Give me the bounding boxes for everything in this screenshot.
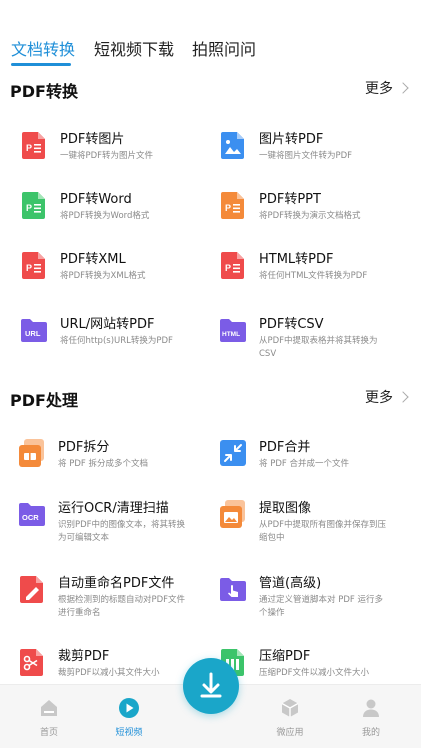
tool-pdf-to-xml[interactable]: P PDF转XML 将PDF转换为XML格式	[20, 248, 220, 302]
tool-title: URL/网站转PDF	[60, 317, 155, 332]
tool-pdf-merge[interactable]: PDF合并 将 PDF 合并成一个文件	[219, 436, 419, 490]
csv-folder-icon: HTML	[220, 319, 246, 342]
tool-title: HTML转PDF	[259, 252, 334, 267]
tool-title: PDF转PPT	[259, 192, 321, 207]
rename-folder-icon	[20, 576, 43, 603]
pdf-file-icon: P	[22, 132, 45, 159]
tool-auto-rename[interactable]: 自动重命名PDF文件 根据检测到的标题自动对PDF文件进行重命名	[18, 572, 218, 626]
more-link-pdf-convert[interactable]: 更多	[365, 78, 409, 98]
tool-desc: 将PDF转换为XML格式	[60, 271, 146, 281]
tool-title: PDF拆分	[58, 440, 110, 455]
image-file-icon	[221, 132, 244, 159]
extract-image-icon	[220, 500, 245, 528]
tool-title: 自动重命名PDF文件	[58, 576, 175, 591]
tool-desc: 通过定义管道脚本对 PDF 运行多个操作	[259, 595, 383, 618]
word-file-icon: P	[22, 192, 45, 219]
xml-file-icon: P	[22, 252, 45, 279]
tool-desc: 根据检测到的标题自动对PDF文件进行重命名	[58, 595, 186, 618]
tool-pdf-to-ppt[interactable]: P PDF转PPT 将PDF转换为演示文档格式	[219, 188, 419, 242]
tool-pdf-to-word[interactable]: P PDF转Word 将PDF转换为Word格式	[20, 188, 220, 242]
svg-text:P: P	[26, 203, 32, 213]
tool-run-ocr[interactable]: OCR 运行OCR/清理扫描 识别PDF中的图像文本，将其转换为可编辑文本	[18, 497, 218, 551]
nav-label: 微应用	[276, 728, 304, 738]
play-icon	[119, 698, 139, 718]
svg-text:OCR: OCR	[22, 513, 39, 522]
tool-title: PDF转Word	[60, 192, 132, 207]
download-icon	[200, 672, 222, 698]
section-title-pdf-convert: PDF转换	[10, 82, 78, 101]
tool-desc: 识别PDF中的图像文本，将其转换为可编辑文本	[58, 520, 186, 543]
tool-title: 管道(高级)	[259, 576, 322, 591]
svg-text:P: P	[225, 263, 231, 273]
tool-pdf-to-csv[interactable]: HTML PDF转CSV 从PDF中提取表格并将其转换为CSV	[219, 313, 419, 367]
svg-text:HTML: HTML	[222, 331, 240, 338]
merge-icon	[220, 440, 246, 466]
cube-icon	[281, 699, 299, 717]
user-icon	[363, 699, 379, 717]
tool-image-to-pdf[interactable]: 图片转PDF 一键将图片文件转为PDF	[219, 128, 419, 182]
nav-mine[interactable]: 我的	[341, 697, 401, 738]
tab-video-download[interactable]: 短视频下载	[94, 36, 174, 60]
nav-micro-apps[interactable]: 微应用	[260, 697, 320, 738]
home-icon	[41, 700, 57, 716]
nav-home[interactable]: 首页	[19, 697, 79, 738]
more-link-pdf-process[interactable]: 更多	[365, 387, 409, 407]
tool-title: PDF合并	[259, 440, 311, 455]
tool-title: 图片转PDF	[259, 132, 324, 147]
tool-desc: 裁剪PDF以减小其文件大小	[58, 668, 160, 678]
tool-desc: 将 PDF 合并成一个文件	[259, 459, 349, 469]
crop-icon	[20, 649, 43, 676]
top-tab-bar: 文档转换 短视频下载 拍照问问	[0, 0, 421, 66]
tab-photo-ask[interactable]: 拍照问问	[192, 36, 256, 60]
svg-text:URL: URL	[25, 329, 41, 338]
active-tab-indicator	[11, 63, 71, 66]
tool-title: 裁剪PDF	[58, 649, 110, 664]
tool-desc: 将任何http(s)URL转换为PDF	[60, 336, 173, 346]
tool-title: PDF转CSV	[259, 317, 324, 332]
nav-short-video[interactable]: 短视频	[99, 697, 159, 738]
tool-title: PDF转XML	[60, 252, 126, 267]
nav-label: 短视频	[115, 728, 143, 738]
svg-text:P: P	[225, 203, 231, 213]
svg-text:P: P	[26, 143, 32, 153]
nav-label: 首页	[39, 728, 58, 738]
tool-title: 运行OCR/清理扫描	[58, 501, 169, 516]
tool-desc: 从PDF中提取所有图像并保存到压缩包中	[259, 520, 387, 543]
svg-text:P: P	[26, 263, 32, 273]
url-folder-icon: URL	[21, 319, 47, 342]
tool-title: PDF转图片	[60, 132, 125, 147]
tool-pipeline[interactable]: 管道(高级) 通过定义管道脚本对 PDF 运行多个操作	[219, 572, 419, 626]
tool-html-to-pdf[interactable]: P HTML转PDF 将任何HTML文件转换为PDF	[219, 248, 419, 302]
tool-pdf-split[interactable]: PDF拆分 将 PDF 拆分成多个文档	[18, 436, 218, 490]
tool-url-to-pdf[interactable]: URL URL/网站转PDF 将任何http(s)URL转换为PDF	[20, 313, 220, 367]
tool-title: 提取图像	[259, 501, 312, 516]
tool-desc: 将任何HTML文件转换为PDF	[259, 271, 368, 281]
more-label: 更多	[365, 390, 393, 406]
chevron-right-icon	[397, 391, 409, 403]
tool-desc: 压缩PDF文件以减小文件大小	[259, 668, 370, 678]
ppt-file-icon: P	[221, 192, 244, 219]
chevron-right-icon	[397, 82, 409, 94]
tool-extract-images[interactable]: 提取图像 从PDF中提取所有图像并保存到压缩包中	[219, 497, 419, 551]
tool-pdf-to-image[interactable]: P PDF转图片 一键将PDF转为图片文件	[20, 128, 220, 182]
tool-desc: 将 PDF 拆分成多个文档	[58, 459, 148, 469]
download-button[interactable]	[183, 658, 239, 714]
tool-desc: 从PDF中提取表格并将其转换为CSV	[259, 336, 378, 359]
tool-desc: 一键将图片文件转为PDF	[259, 151, 353, 161]
more-label: 更多	[365, 81, 393, 97]
html-file-icon: P	[221, 252, 244, 279]
pipeline-folder-icon	[220, 578, 246, 601]
nav-label: 我的	[361, 728, 380, 738]
section-title-pdf-process: PDF处理	[10, 391, 78, 410]
tool-title: 压缩PDF	[259, 649, 311, 664]
split-icon	[19, 439, 44, 467]
ocr-folder-icon: OCR	[19, 503, 45, 526]
tab-doc-convert[interactable]: 文档转换	[11, 36, 75, 60]
tool-desc: 将PDF转换为演示文档格式	[259, 211, 361, 221]
tool-desc: 将PDF转换为Word格式	[60, 211, 150, 221]
tool-desc: 一键将PDF转为图片文件	[60, 151, 154, 161]
